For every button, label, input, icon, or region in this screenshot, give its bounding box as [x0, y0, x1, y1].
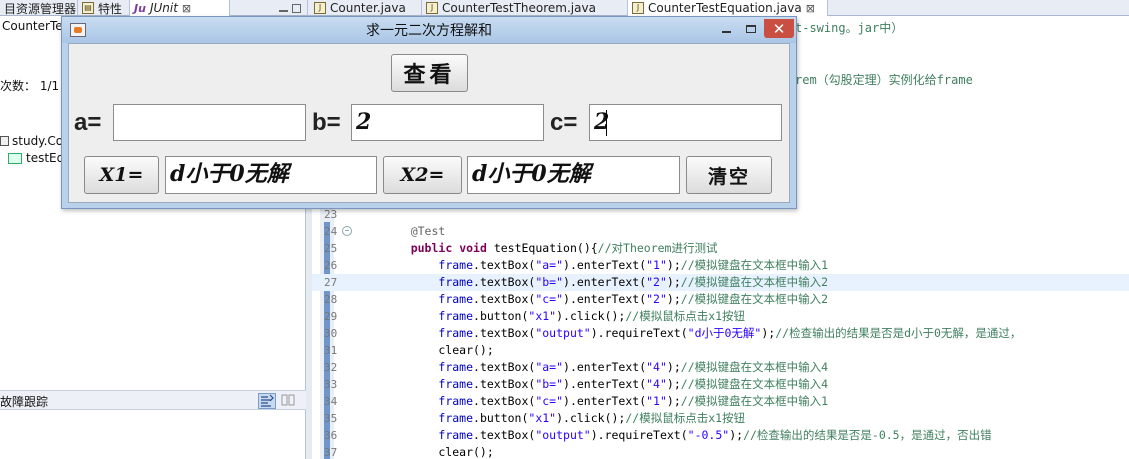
maximize-view-icon[interactable] [292, 3, 301, 13]
tree-item-suite[interactable]: study.Co [0, 134, 63, 148]
tab-counter-test-theorem[interactable]: J CounterTestTheorem.java [422, 0, 628, 16]
fold-toggle-icon[interactable]: − [342, 226, 352, 236]
code-text: frame.textBox("a=").enterText("1");//模拟键… [438, 258, 829, 272]
quadratic-equation-window: 求一元二次方程解和 ✕ 查看 a= b= 2 c= 2 X1= d小于0无解 X… [61, 16, 797, 209]
java-file-icon: J [426, 2, 438, 14]
code-line[interactable]: 35 frame.button("x1").click();//模拟鼠标点击x1… [312, 410, 1129, 427]
tab-properties[interactable]: ▤ 特性 [78, 0, 130, 16]
code-text: clear(); [383, 343, 494, 357]
line-number: 29 [324, 310, 338, 323]
code-line[interactable]: 36 frame.textBox("output").requireText("… [312, 427, 1129, 444]
junit-icon: Ju [134, 1, 146, 15]
code-line[interactable]: 25 public void testEquation(){//对Theorem… [312, 240, 1129, 257]
close-icon[interactable]: ⊠ [806, 2, 815, 15]
x1-button[interactable]: X1= [84, 156, 159, 194]
x2-output[interactable]: d小于0无解 [467, 156, 680, 194]
line-number: 31 [324, 344, 338, 357]
tab-counter-java[interactable]: J Counter.java [310, 0, 422, 16]
input-a[interactable] [113, 104, 306, 141]
test-suite-icon [0, 136, 9, 146]
failure-trace-label: 故障跟踪 [0, 395, 49, 409]
label-b: b= [312, 109, 341, 136]
tab-counter-test-equation[interactable]: J CounterTestEquation.java ⊠ [628, 0, 828, 16]
line-number: 34 [324, 395, 338, 408]
compare-result-icon[interactable] [280, 393, 298, 409]
code-fragment-top: rem（勾股定理）实例化给frame [795, 73, 973, 87]
window-content: 查看 a= b= 2 c= 2 X1= d小于0无解 X2= d小于0无解 清空 [68, 43, 790, 203]
code-text: clear(); [383, 445, 494, 459]
tab-label: 特性 [98, 1, 123, 16]
code-text: frame.textBox("b=").enterText("2");//模拟键… [438, 275, 829, 289]
x2-button[interactable]: X2= [383, 156, 462, 194]
clear-button[interactable]: 清空 [686, 156, 772, 194]
code-line[interactable]: 27 frame.textBox("b=").enterText("2");//… [312, 274, 1129, 291]
close-icon[interactable]: ⊠ [182, 2, 191, 15]
code-line[interactable]: 28 frame.textBox("c=").enterText("2");//… [312, 291, 1129, 308]
window-title: 求一元二次方程解和 [366, 23, 492, 39]
label-c: c= [550, 109, 578, 136]
label-a: a= [74, 109, 102, 136]
input-c[interactable]: 2 [589, 104, 782, 141]
failure-trace-header: 故障跟踪 [0, 390, 306, 410]
line-number: 30 [324, 327, 338, 340]
line-number: 25 [324, 242, 338, 255]
line-number: 32 [324, 361, 338, 374]
view-controls [230, 0, 308, 16]
java-file-icon: J [314, 2, 326, 14]
window-titlebar[interactable]: 求一元二次方程解和 ✕ [62, 17, 796, 43]
test-class-name: CounterTe [2, 19, 63, 33]
code-line[interactable]: 32 frame.textBox("a=").enterText("4");//… [312, 359, 1129, 376]
line-number: 26 [324, 259, 338, 272]
code-line[interactable]: 30 frame.textBox("output").requireText("… [312, 325, 1129, 342]
minimize-view-icon[interactable] [279, 10, 288, 12]
filter-stack-icon[interactable] [258, 393, 276, 409]
maximize-icon [746, 24, 756, 33]
minimize-button[interactable] [714, 19, 738, 38]
code-text: frame.textBox("b=").enterText("4");//模拟键… [438, 377, 829, 391]
minimize-icon [721, 30, 731, 33]
code-text: frame.textBox("a=").enterText("4");//模拟键… [438, 360, 829, 374]
java-file-icon: J [632, 2, 644, 14]
editor-tab-bar: 目资源管理器 ▤ 特性 Ju JUnit ⊠ J Counter.java J … [0, 0, 1129, 16]
code-text: frame.textBox("c=").enterText("2");//模拟键… [438, 292, 829, 306]
test-method-icon [8, 152, 22, 164]
code-line[interactable]: 33 frame.textBox("b=").enterText("4");//… [312, 376, 1129, 393]
code-text: frame.button("x1").click();//模拟鼠标点击x1按钮 [438, 411, 746, 425]
code-fragment-top: t-swing。jar中） [795, 21, 904, 35]
code-text: frame.textBox("output").requireText("-0.… [438, 428, 992, 442]
close-icon: ✕ [772, 19, 786, 38]
tab-label: CounterTestEquation.java [648, 1, 802, 15]
run-count-label: 次数： 1/1 [0, 79, 60, 93]
tab-label: Counter.java [330, 1, 406, 15]
line-number: 28 [324, 293, 338, 306]
tab-label: JUnit [149, 1, 178, 15]
input-b[interactable]: 2 [351, 104, 544, 141]
tab-junit[interactable]: Ju JUnit ⊠ [130, 0, 230, 16]
line-number: 36 [324, 429, 338, 442]
code-line[interactable]: 34 frame.textBox("c=").enterText("1");//… [312, 393, 1129, 410]
tab-label: CounterTestTheorem.java [442, 1, 596, 15]
view-button[interactable]: 查看 [391, 54, 468, 92]
code-text: @Test [410, 224, 446, 238]
tab-label: 目资源管理器 [4, 1, 77, 16]
code-line[interactable]: 31 clear(); [312, 342, 1129, 359]
line-number: 37 [324, 446, 338, 459]
code-line[interactable]: 37 clear(); [312, 444, 1129, 459]
close-button[interactable]: ✕ [764, 19, 794, 38]
code-text: frame.textBox("c=").enterText("1");//模拟键… [438, 394, 829, 408]
line-number: 27 [324, 276, 338, 289]
code-line[interactable]: 26 frame.textBox("a=").enterText("1");//… [312, 257, 1129, 274]
tab-project-explorer[interactable]: 目资源管理器 [0, 0, 78, 16]
code-text: public void testEquation(){//对Theorem进行测… [410, 241, 718, 255]
properties-icon: ▤ [82, 2, 94, 14]
line-number: 35 [324, 412, 338, 425]
line-number: 33 [324, 378, 338, 391]
code-text: frame.textBox("output").requireText("d小于… [438, 326, 1022, 340]
maximize-button[interactable] [739, 19, 763, 38]
x1-output[interactable]: d小于0无解 [165, 156, 377, 194]
code-text: frame.button("x1").click();//模拟鼠标点击x1按钮 [438, 309, 746, 323]
code-line[interactable]: 24− @Test [312, 223, 1129, 240]
code-line[interactable]: 29 frame.button("x1").click();//模拟鼠标点击x1… [312, 308, 1129, 325]
tree-item-test[interactable]: testEq [8, 151, 64, 165]
